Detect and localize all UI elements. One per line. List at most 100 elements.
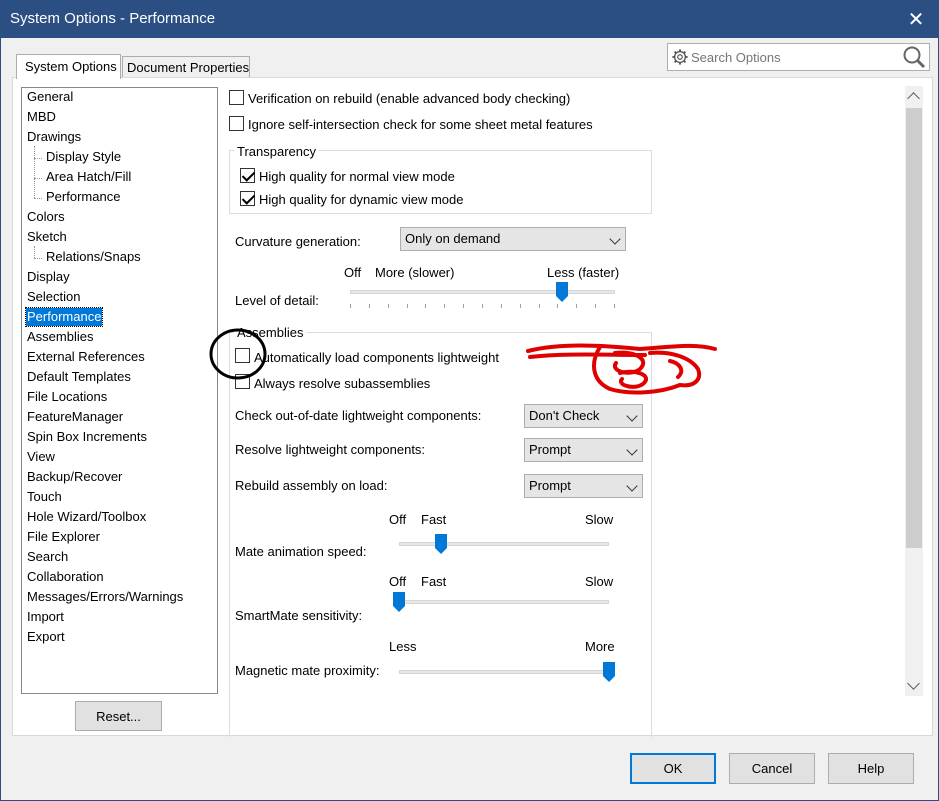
tab-system-options[interactable]: System Options — [16, 54, 121, 79]
scroll-up-icon[interactable] — [907, 92, 920, 105]
sidebar-item-featuremanager[interactable]: FeatureManager — [26, 408, 124, 426]
sidebar-item-assemblies[interactable]: Assemblies — [26, 328, 94, 346]
lod-less-label: Less (faster) — [547, 265, 620, 280]
smartmate-label: SmartMate sensitivity: — [235, 608, 363, 623]
sidebar-item-colors[interactable]: Colors — [26, 208, 66, 226]
chevron-down-icon — [626, 444, 638, 456]
sidebar-item-drawings[interactable]: Drawings — [26, 128, 82, 146]
tree-connector — [34, 178, 42, 179]
sidebar-item-backup-recover[interactable]: Backup/Recover — [26, 468, 123, 486]
smartmate-slider-track[interactable] — [399, 600, 609, 604]
sidebar-item-messages-errors-warnings[interactable]: Messages/Errors/Warnings — [26, 588, 184, 606]
sidebar-item-sketch[interactable]: Sketch — [26, 228, 68, 246]
mate-anim-off-label: Off — [389, 512, 407, 527]
reset-button[interactable]: Reset... — [75, 701, 162, 731]
magnetic-more-label: More — [585, 639, 615, 654]
transparency-title: Transparency — [234, 144, 319, 159]
resolve-lightweight-label: Resolve lightweight components: — [235, 442, 426, 457]
auto-load-lightweight-label: Automatically load components lightweigh… — [254, 350, 499, 365]
slider-tick — [482, 304, 483, 308]
tree-connector — [34, 146, 35, 198]
options-tree: General MBD Drawings Display Style Area Hatc… — [21, 87, 218, 694]
ok-button[interactable]: OK — [630, 753, 716, 784]
magnetic-label: Magnetic mate proximity: — [235, 663, 380, 678]
close-icon: ✕ — [907, 8, 925, 31]
sidebar-item-area-hatch-fill[interactable]: Area Hatch/Fill — [45, 168, 132, 186]
chevron-down-icon — [626, 480, 638, 492]
high-quality-dynamic-checkbox[interactable] — [240, 191, 255, 206]
tree-connector — [34, 246, 35, 258]
sidebar-item-external-references[interactable]: External References — [26, 348, 146, 366]
smartmate-fast-label: Fast — [421, 574, 447, 589]
search-options-box[interactable] — [667, 43, 930, 71]
slider-tick — [614, 304, 615, 308]
scroll-down-icon[interactable] — [907, 677, 920, 690]
always-resolve-label: Always resolve subassemblies — [254, 376, 431, 391]
high-quality-dynamic-label: High quality for dynamic view mode — [259, 192, 464, 207]
slider-tick — [538, 304, 540, 308]
sidebar-item-performance[interactable]: Performance — [45, 188, 121, 206]
scrollbar-thumb[interactable] — [906, 108, 922, 548]
slider-tick — [595, 304, 597, 308]
magnetic-less-label: Less — [389, 639, 417, 654]
slider-tick — [368, 304, 370, 308]
slider-tick — [576, 304, 578, 308]
sidebar-item-collaboration[interactable]: Collaboration — [26, 568, 105, 586]
sidebar-item-general[interactable]: General — [26, 88, 74, 106]
verification-checkbox[interactable] — [229, 90, 244, 105]
sidebar-item-display-style[interactable]: Display Style — [45, 148, 122, 166]
search-input[interactable] — [689, 47, 899, 67]
sidebar-item-search[interactable]: Search — [26, 548, 69, 566]
sidebar-item-performance[interactable]: Performance — [24, 307, 104, 327]
lod-off-label: Off — [344, 265, 362, 280]
sidebar-item-hole-wizard-toolbox[interactable]: Hole Wizard/Toolbox — [26, 508, 147, 526]
tree-connector — [34, 198, 42, 199]
window-title: System Options - Performance — [10, 10, 216, 27]
lod-slider-track[interactable] — [350, 290, 615, 294]
sidebar-item-default-templates[interactable]: Default Templates — [26, 368, 132, 386]
ignore-self-intersection-label: Ignore self-intersection check for some … — [248, 117, 593, 132]
always-resolve-checkbox[interactable] — [235, 374, 250, 389]
mate-anim-fast-label: Fast — [421, 512, 447, 527]
help-button[interactable]: Help — [828, 753, 914, 784]
mate-anim-slider-track[interactable] — [399, 542, 609, 546]
slider-tick — [444, 304, 446, 308]
sidebar-item-view[interactable]: View — [26, 448, 56, 466]
slider-tick — [406, 304, 408, 308]
sidebar-item-export[interactable]: Export — [26, 628, 66, 646]
magnetic-slider-track[interactable] — [399, 670, 609, 674]
high-quality-normal-checkbox[interactable] — [240, 168, 255, 183]
auto-load-lightweight-checkbox[interactable] — [235, 348, 250, 363]
search-icon[interactable] — [901, 45, 927, 69]
check-outdated-select[interactable]: Don't Check — [524, 404, 643, 428]
rebuild-on-load-select[interactable]: Prompt — [524, 474, 643, 498]
options-panel: General MBD Drawings Display Style Area Hatc… — [12, 77, 933, 737]
sidebar-item-file-locations[interactable]: File Locations — [26, 388, 108, 406]
chevron-down-icon — [626, 410, 638, 422]
lod-label: Level of detail: — [235, 293, 319, 308]
curvature-label: Curvature generation: — [235, 234, 361, 249]
tab-document-properties[interactable]: Document Properties — [122, 56, 250, 78]
high-quality-normal-label: High quality for normal view mode — [259, 169, 455, 184]
sidebar-item-file-explorer[interactable]: File Explorer — [26, 528, 101, 546]
sidebar-item-mbd[interactable]: MBD — [26, 108, 57, 126]
mate-anim-label: Mate animation speed: — [235, 544, 367, 559]
performance-settings: Verification on rebuild (enable advanced… — [223, 78, 923, 737]
resolve-lightweight-select[interactable]: Prompt — [524, 438, 643, 462]
tree-connector — [34, 258, 42, 259]
sidebar-item-display[interactable]: Display — [26, 268, 71, 286]
close-button[interactable]: ✕ — [893, 0, 939, 38]
cancel-button[interactable]: Cancel — [729, 753, 815, 784]
smartmate-slow-label: Slow — [585, 574, 614, 589]
sidebar-item-selection[interactable]: Selection — [26, 288, 81, 306]
sidebar-item-spin-box-increments[interactable]: Spin Box Increments — [26, 428, 148, 446]
sidebar-item-touch[interactable]: Touch — [26, 488, 63, 506]
ignore-self-intersection-checkbox[interactable] — [229, 116, 244, 131]
lod-slider-thumb[interactable] — [556, 282, 568, 302]
sidebar-item-relations-snaps[interactable]: Relations/Snaps — [45, 248, 142, 266]
sidebar-item-import[interactable]: Import — [26, 608, 65, 626]
curvature-select[interactable]: Only on demand — [400, 227, 626, 251]
slider-tick — [557, 304, 559, 308]
content-scrollbar[interactable] — [905, 86, 923, 696]
slider-tick — [350, 304, 351, 308]
